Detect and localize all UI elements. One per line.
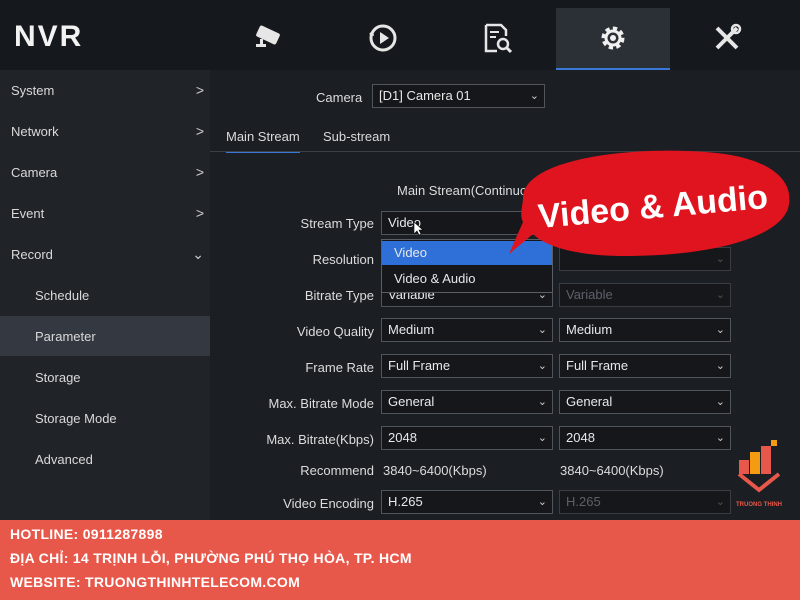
footer-banner: HOTLINE: 0911287898 ĐỊA CHỈ: 14 TRỊNH LỖ…	[0, 520, 800, 600]
video-encoding-label: Video Encoding	[283, 496, 374, 511]
footer-hotline: HOTLINE: 0911287898	[10, 526, 163, 542]
playback-icon	[369, 24, 397, 52]
tab-playback[interactable]	[326, 8, 440, 68]
gear-icon	[601, 26, 625, 50]
max-bitrate-mode-value: General	[388, 394, 435, 409]
max-bitrate-value: 2048	[388, 430, 417, 445]
tab-maintenance[interactable]	[670, 8, 784, 68]
sub-video-encoding-value: H.265	[566, 494, 601, 509]
sidebar-item-label: Schedule	[35, 287, 90, 303]
chevron-down-icon: ⌄	[529, 90, 539, 102]
tab-camera[interactable]	[212, 8, 326, 68]
stream-type-label: Stream Type	[300, 216, 374, 231]
brand-logo: TRUONG THINH	[736, 440, 782, 508]
chevron-down-icon: ⌄	[537, 396, 547, 408]
chevron-down-icon: ⌄	[192, 245, 204, 262]
option-video-audio[interactable]: Video & Audio	[382, 267, 552, 291]
chevron-down-icon: ⌄	[715, 396, 725, 408]
app-logo: NVR	[14, 20, 84, 53]
sidebar-item-label: Event	[11, 205, 45, 221]
sidebar-item-event[interactable]: Event >	[0, 193, 210, 233]
tab-search[interactable]	[440, 8, 554, 68]
recommend-value: 3840~6400(Kbps)	[383, 463, 487, 478]
resolution-label: Resolution	[312, 252, 374, 267]
tools-icon	[715, 23, 742, 50]
brand-name: TRUONG THINH	[736, 502, 782, 508]
chevron-down-icon: ⌄	[715, 324, 725, 336]
max-bitrate-label: Max. Bitrate(Kbps)	[266, 432, 374, 447]
frame-rate-value: Full Frame	[388, 358, 451, 373]
recommend-label: Recommend	[300, 463, 374, 478]
chevron-down-icon: ⌄	[715, 360, 725, 372]
sidebar-item-label: Network	[11, 123, 59, 139]
chevron-down-icon: ⌄	[715, 289, 725, 301]
bitrate-type-label: Bitrate Type	[304, 288, 374, 303]
chevron-right-icon: >	[195, 123, 204, 139]
chevron-down-icon: ⌄	[715, 496, 725, 508]
sidebar-item-storage[interactable]: Storage	[0, 357, 210, 397]
cursor-icon	[414, 222, 424, 236]
camera-icon	[256, 25, 280, 47]
video-encoding-value: H.265	[388, 494, 423, 509]
sidebar-item-network[interactable]: Network >	[0, 111, 210, 151]
sidebar-item-schedule[interactable]: Schedule	[0, 275, 210, 315]
chevron-down-icon: ⌄	[537, 496, 547, 508]
sub-bitrate-type-select[interactable]: Variable ⌄	[559, 283, 731, 307]
sidebar-item-label: Storage	[35, 369, 81, 385]
sidebar-item-label: Storage Mode	[35, 410, 117, 426]
search-file-icon	[484, 23, 513, 54]
chevron-right-icon: >	[195, 82, 204, 98]
sub-frame-rate-value: Full Frame	[566, 358, 629, 373]
sidebar-item-record[interactable]: Record ⌄	[0, 234, 210, 274]
chevron-down-icon: ⌄	[537, 432, 547, 444]
footer-website: WEBSITE: TRUONGTHINHTELECOM.COM	[10, 574, 301, 590]
sidebar-item-label: System	[11, 82, 55, 98]
tab-sub-stream[interactable]: Sub-stream	[323, 129, 390, 151]
sub-max-bitrate-mode-select[interactable]: General ⌄	[559, 390, 731, 414]
tab-settings[interactable]	[556, 8, 670, 71]
sub-max-bitrate-value: 2048	[566, 430, 595, 445]
sub-video-quality-select[interactable]: Medium ⌄	[559, 318, 731, 342]
sidebar-item-label: Advanced	[35, 451, 93, 467]
chevron-right-icon: >	[195, 164, 204, 180]
sub-video-encoding-select[interactable]: H.265 ⌄	[559, 490, 731, 514]
sub-video-quality-value: Medium	[566, 322, 613, 337]
footer-address: ĐỊA CHỈ: 14 TRỊNH LỖI, PHƯỜNG PHÚ THỌ HÒ…	[10, 550, 412, 566]
tab-main-stream[interactable]: Main Stream	[226, 129, 300, 153]
max-bitrate-mode-select[interactable]: General ⌄	[381, 390, 553, 414]
sidebar-item-system[interactable]: System >	[0, 70, 210, 110]
chevron-down-icon: ⌄	[715, 432, 725, 444]
sidebar-item-parameter[interactable]: Parameter	[0, 316, 210, 356]
camera-select-value: [D1] Camera 01	[379, 88, 471, 103]
sidebar-item-label: Record	[11, 246, 53, 262]
sidebar-item-label: Camera	[11, 164, 58, 180]
frame-rate-label: Frame Rate	[305, 360, 374, 375]
frame-rate-select[interactable]: Full Frame ⌄	[381, 354, 553, 378]
sub-bitrate-type-value: Variable	[566, 287, 613, 302]
video-quality-select[interactable]: Medium ⌄	[381, 318, 553, 342]
video-quality-value: Medium	[388, 322, 435, 337]
max-bitrate-select[interactable]: 2048 ⌄	[381, 426, 553, 450]
sidebar-item-advanced[interactable]: Advanced	[0, 439, 210, 479]
top-bar: NVR	[0, 0, 800, 71]
sub-frame-rate-select[interactable]: Full Frame ⌄	[559, 354, 731, 378]
max-bitrate-mode-label: Max. Bitrate Mode	[268, 396, 375, 411]
sub-recommend-value: 3840~6400(Kbps)	[560, 463, 664, 478]
sub-max-bitrate-select[interactable]: 2048 ⌄	[559, 426, 731, 450]
video-quality-label: Video Quality	[296, 324, 374, 339]
chevron-right-icon: >	[195, 205, 204, 221]
chevron-down-icon: ⌄	[537, 324, 547, 336]
sidebar-item-storage-mode[interactable]: Storage Mode	[0, 398, 210, 438]
video-encoding-select[interactable]: H.265 ⌄	[381, 490, 553, 514]
callout-badge: Video & Audio	[509, 150, 790, 256]
chevron-down-icon: ⌄	[537, 360, 547, 372]
sidebar: System > Network > Camera > Event > Reco…	[0, 70, 210, 520]
camera-label: Camera	[316, 90, 363, 105]
sidebar-item-label: Parameter	[35, 328, 96, 344]
sub-max-bitrate-mode-value: General	[566, 394, 613, 409]
sidebar-item-camera[interactable]: Camera >	[0, 152, 210, 192]
camera-select[interactable]: [D1] Camera 01 ⌄	[372, 84, 545, 108]
